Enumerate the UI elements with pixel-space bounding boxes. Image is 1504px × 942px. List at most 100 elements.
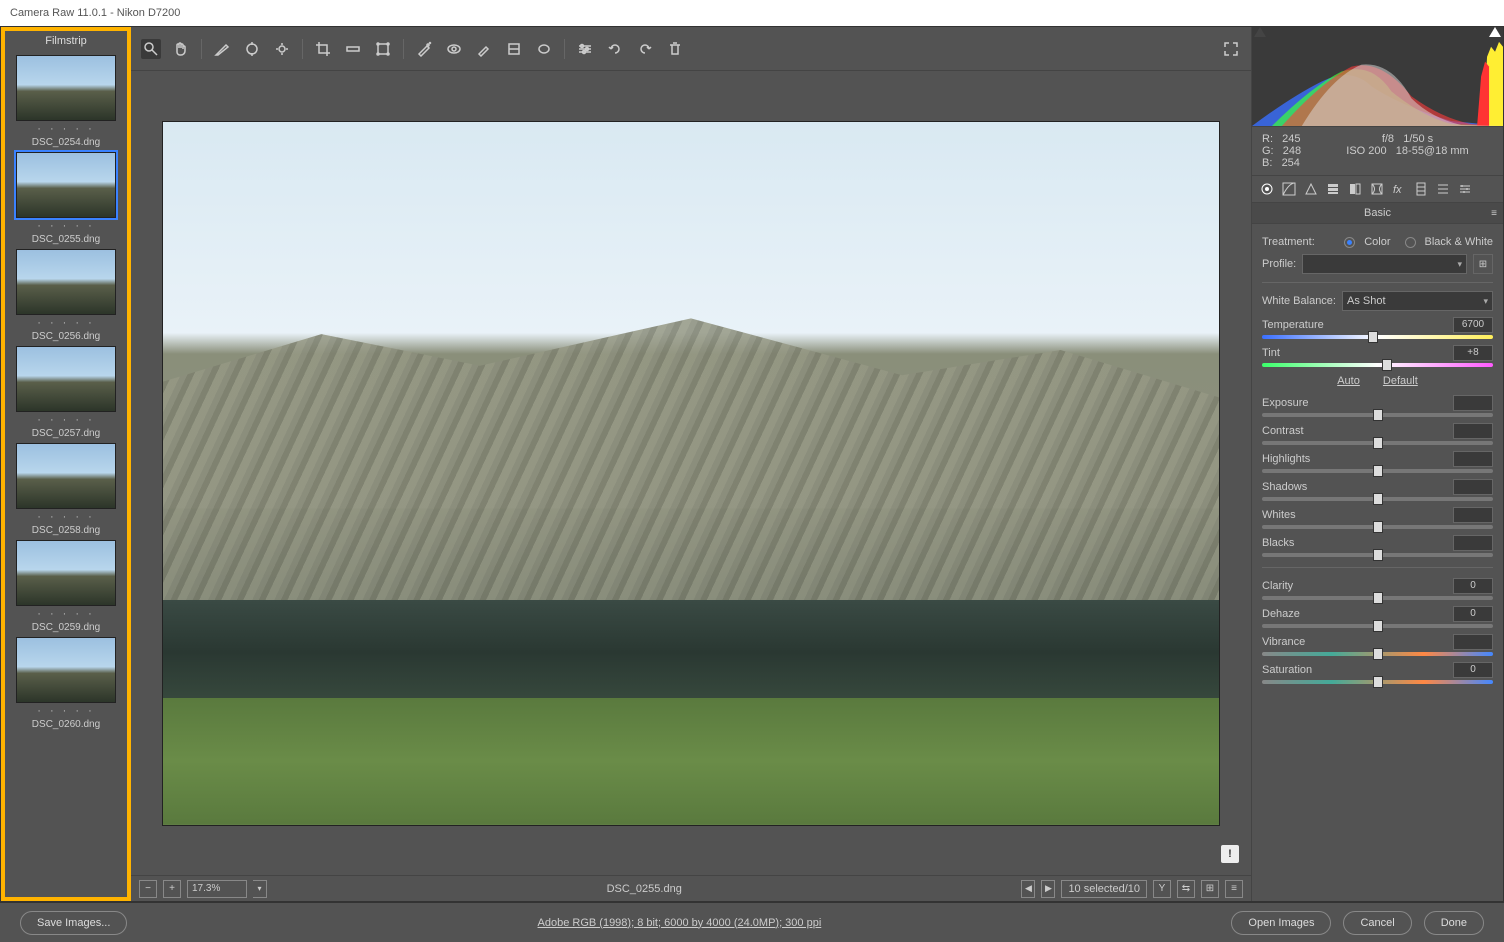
tab-hsl-icon[interactable]	[1324, 180, 1342, 198]
rotate-cw-icon[interactable]	[635, 39, 655, 59]
panel-menu-icon[interactable]: ≡	[1491, 208, 1497, 219]
trash-icon[interactable]	[665, 39, 685, 59]
warning-icon[interactable]: !	[1221, 845, 1239, 863]
exposure-slider[interactable]	[1262, 413, 1493, 417]
clarity-value[interactable]: 0	[1453, 578, 1493, 594]
treatment-color-radio[interactable]	[1344, 237, 1355, 248]
shadows-slider[interactable]	[1262, 497, 1493, 501]
thumb-image	[16, 346, 116, 412]
workflow-options-link[interactable]: Adobe RGB (1998); 8 bit; 6000 by 4000 (2…	[538, 917, 822, 929]
zoom-in-button[interactable]: +	[163, 880, 181, 898]
highlights-slider[interactable]	[1262, 469, 1493, 473]
profile-select[interactable]	[1302, 254, 1467, 274]
color-sampler-tool-icon[interactable]	[242, 39, 262, 59]
crop-tool-icon[interactable]	[313, 39, 333, 59]
tab-fx-icon[interactable]: fx	[1390, 180, 1408, 198]
tab-split-icon[interactable]	[1346, 180, 1364, 198]
white-balance-tool-icon[interactable]	[212, 39, 232, 59]
saturation-slider[interactable]	[1262, 680, 1493, 684]
rating-dots[interactable]: · · · · ·	[37, 705, 95, 717]
rating-dots[interactable]: · · · · ·	[37, 317, 95, 329]
open-images-button[interactable]: Open Images	[1231, 911, 1331, 935]
treatment-bw-radio[interactable]	[1405, 237, 1416, 248]
auto-link[interactable]: Auto	[1337, 375, 1360, 387]
filmstrip-thumb[interactable]: · · · · ·DSC_0259.dng	[12, 540, 120, 633]
transform-tool-icon[interactable]	[373, 39, 393, 59]
tab-presets-icon[interactable]	[1434, 180, 1452, 198]
vibrance-slider[interactable]	[1262, 652, 1493, 656]
tint-value[interactable]: +8	[1453, 345, 1493, 361]
dehaze-value[interactable]: 0	[1453, 606, 1493, 622]
swap-icon[interactable]: ⇆	[1177, 880, 1195, 898]
rating-dots[interactable]: · · · · ·	[37, 608, 95, 620]
highlight-clip-icon[interactable]	[1489, 27, 1501, 37]
tab-calibration-icon[interactable]	[1412, 180, 1430, 198]
hand-tool-icon[interactable]	[171, 39, 191, 59]
next-image-button[interactable]: ▶	[1041, 880, 1055, 898]
preferences-icon[interactable]	[575, 39, 595, 59]
filmstrip-thumb[interactable]: · · · · ·DSC_0260.dng	[12, 637, 120, 730]
histogram[interactable]	[1252, 27, 1503, 127]
tint-slider[interactable]	[1262, 363, 1493, 367]
straighten-tool-icon[interactable]	[343, 39, 363, 59]
highlights-value[interactable]	[1453, 451, 1493, 467]
temp-slider[interactable]	[1262, 335, 1493, 339]
default-link[interactable]: Default	[1383, 375, 1418, 387]
targeted-adjust-tool-icon[interactable]	[272, 39, 292, 59]
filmstrip-thumb[interactable]: · · · · ·DSC_0257.dng	[12, 346, 120, 439]
spot-removal-tool-icon[interactable]	[414, 39, 434, 59]
contrast-value[interactable]	[1453, 423, 1493, 439]
save-images-button[interactable]: Save Images...	[20, 911, 127, 935]
thumb-filename: DSC_0254.dng	[32, 137, 100, 148]
view-options-icon[interactable]: ≡	[1225, 880, 1243, 898]
radial-filter-tool-icon[interactable]	[534, 39, 554, 59]
exposure-value[interactable]	[1453, 395, 1493, 411]
zoom-tool-icon[interactable]	[141, 39, 161, 59]
copy-settings-icon[interactable]: ⊞	[1201, 880, 1219, 898]
rating-dots[interactable]: · · · · ·	[37, 414, 95, 426]
tab-basic-icon[interactable]	[1258, 180, 1276, 198]
profile-browser-icon[interactable]: ⊞	[1473, 254, 1493, 274]
zoom-out-button[interactable]: −	[139, 880, 157, 898]
whites-value[interactable]	[1453, 507, 1493, 523]
wb-select[interactable]: As Shot	[1342, 291, 1493, 311]
filmstrip-thumb[interactable]: · · · · ·DSC_0255.dng	[12, 152, 120, 245]
highlights-label: Highlights	[1262, 453, 1310, 465]
tab-snapshots-icon[interactable]	[1456, 180, 1474, 198]
dehaze-slider[interactable]	[1262, 624, 1493, 628]
adjustment-brush-tool-icon[interactable]	[474, 39, 494, 59]
whites-slider[interactable]	[1262, 525, 1493, 529]
filmstrip-thumb[interactable]: · · · · · DSC_0256.dng	[12, 249, 120, 342]
rating-dots[interactable]: · · · · ·	[37, 220, 95, 232]
tab-detail-icon[interactable]	[1302, 180, 1320, 198]
temp-value[interactable]: 6700	[1453, 317, 1493, 333]
rating-dots[interactable]: · · · · ·	[37, 123, 95, 135]
saturation-value[interactable]: 0	[1453, 662, 1493, 678]
fullscreen-icon[interactable]	[1221, 39, 1241, 59]
clarity-slider[interactable]	[1262, 596, 1493, 600]
rotate-ccw-icon[interactable]	[605, 39, 625, 59]
tab-curve-icon[interactable]	[1280, 180, 1298, 198]
preview-canvas	[162, 121, 1220, 826]
graduated-filter-tool-icon[interactable]	[504, 39, 524, 59]
cancel-button[interactable]: Cancel	[1343, 911, 1411, 935]
before-after-icon[interactable]: Y	[1153, 880, 1171, 898]
done-button[interactable]: Done	[1424, 911, 1484, 935]
shadows-value[interactable]	[1453, 479, 1493, 495]
shadow-clip-icon[interactable]	[1254, 27, 1266, 37]
zoom-menu-icon[interactable]: ▾	[253, 880, 267, 898]
filmstrip-thumb[interactable]: · · · · · DSC_0254.dng	[12, 55, 120, 148]
contrast-slider[interactable]	[1262, 441, 1493, 445]
tab-lens-icon[interactable]	[1368, 180, 1386, 198]
vibrance-value[interactable]	[1453, 634, 1493, 650]
image-preview[interactable]: !	[137, 77, 1245, 869]
zoom-level[interactable]: 17.3%	[187, 880, 247, 898]
rating-dots[interactable]: · · · · ·	[37, 511, 95, 523]
filmstrip-thumb[interactable]: · · · · ·DSC_0258.dng	[12, 443, 120, 536]
svg-text:fx: fx	[1393, 184, 1402, 196]
blacks-value[interactable]	[1453, 535, 1493, 551]
red-eye-tool-icon[interactable]	[444, 39, 464, 59]
blacks-slider[interactable]	[1262, 553, 1493, 557]
prev-image-button[interactable]: ◀	[1021, 880, 1035, 898]
thumb-filename: DSC_0256.dng	[32, 331, 100, 342]
